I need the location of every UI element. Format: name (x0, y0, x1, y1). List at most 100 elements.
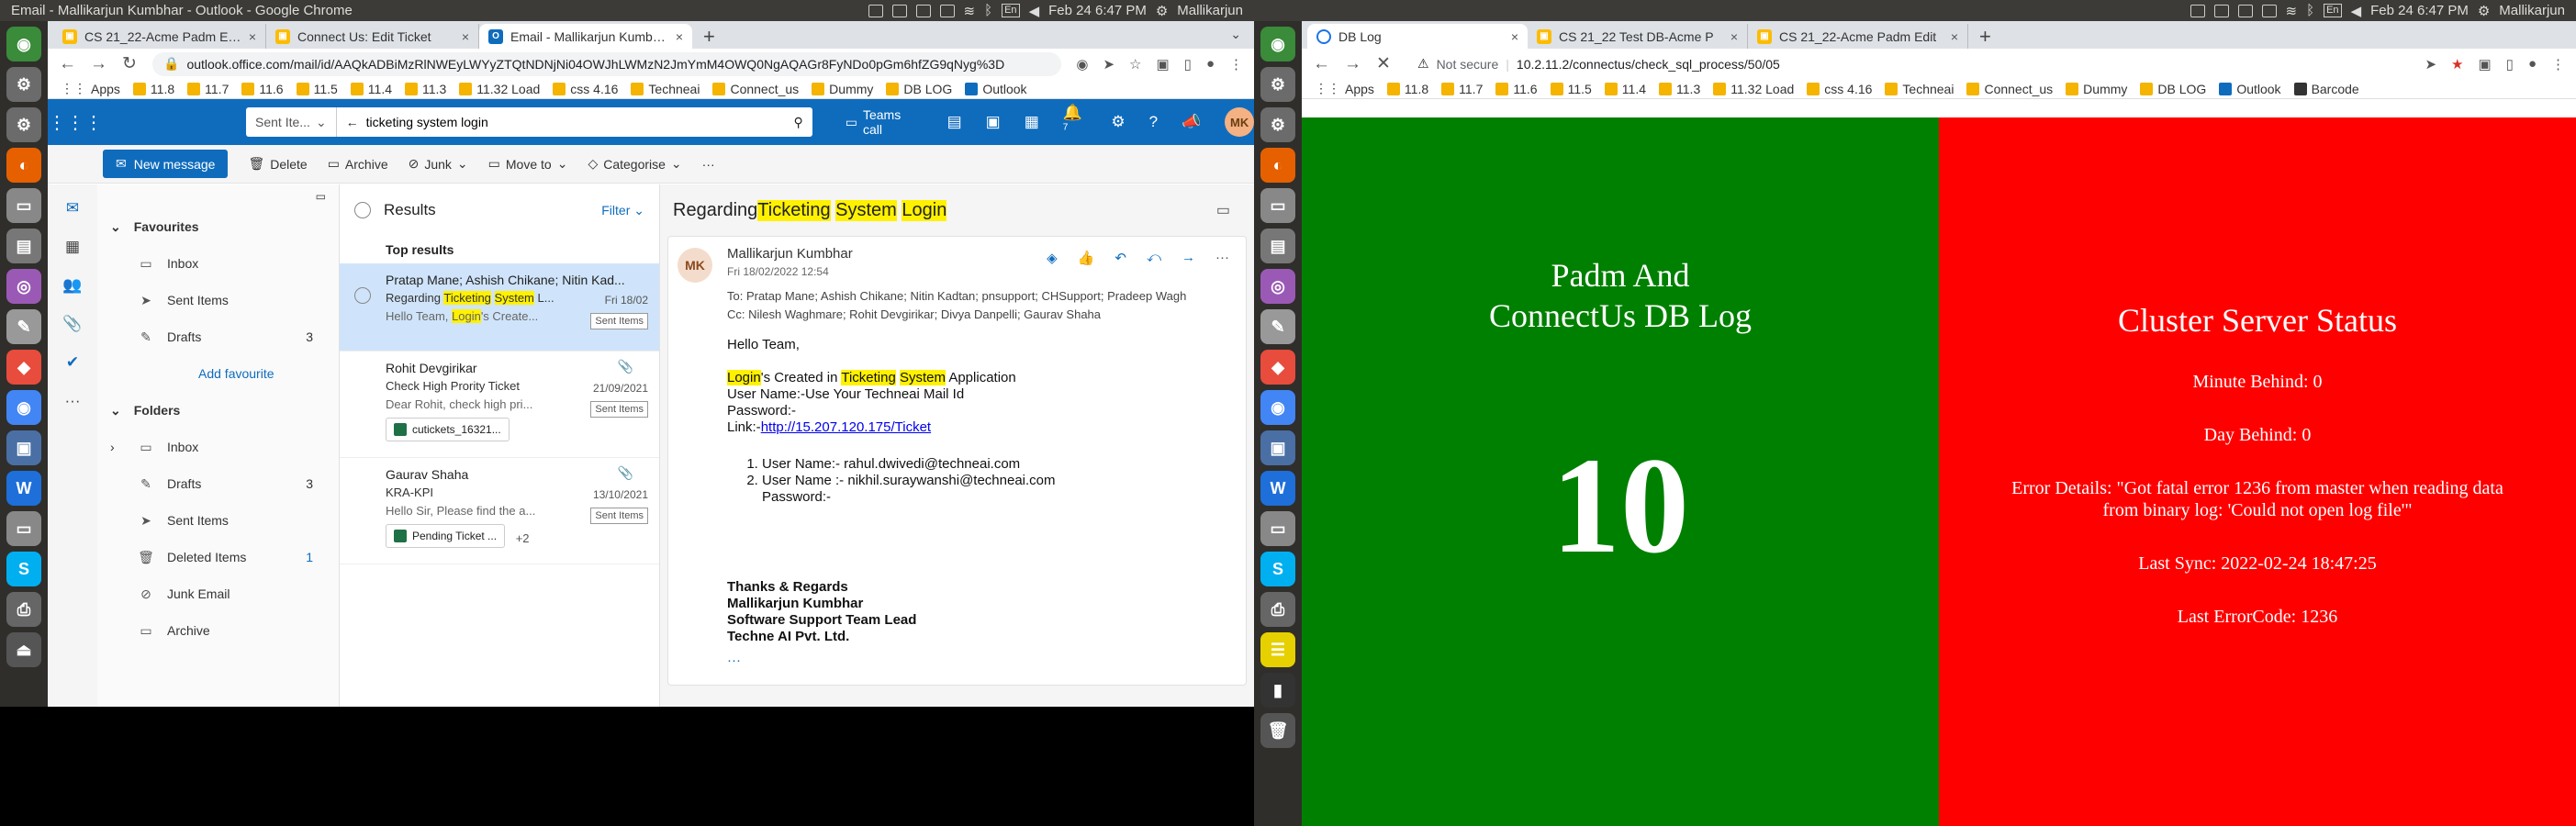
firefox-icon[interactable]: ◐ (1260, 148, 1295, 183)
volume-icon[interactable]: ◀ (1029, 3, 1040, 19)
drive-icon[interactable]: ▭ (1260, 511, 1295, 546)
tray-app-icon[interactable] (2261, 4, 2277, 17)
new-tab-button[interactable]: + (1968, 24, 2002, 49)
folder-inbox[interactable]: › ▭ Inbox (97, 429, 339, 465)
bookmark[interactable]: 11.3 (1659, 82, 1700, 96)
tray-app-icon[interactable] (2213, 4, 2229, 17)
chevron-right-icon[interactable]: › (110, 440, 115, 454)
calendar-icon[interactable]: ▦ (1025, 113, 1039, 131)
forward-icon[interactable]: → (90, 54, 107, 74)
tab-erp[interactable]: ▣ CS 21_22-Acme Padm ERP × (53, 24, 266, 49)
chat-icon[interactable]: ▤ (947, 113, 962, 131)
close-icon[interactable]: × (462, 29, 469, 44)
junk-button[interactable]: ⊘ Junk ⌄ (409, 156, 468, 172)
more-apps-icon[interactable]: ··· (65, 392, 81, 410)
bookmark-apps[interactable]: ⋮⋮ Apps (1315, 81, 1374, 96)
bookmark[interactable]: 11.7 (1441, 82, 1483, 96)
bookmark[interactable]: 11.5 (1550, 82, 1592, 96)
show-more-button[interactable]: ··· (727, 653, 1231, 669)
remote-desktop-icon[interactable]: ▣ (6, 430, 41, 465)
todo-icon[interactable]: ✔ (66, 353, 79, 372)
bookmark[interactable]: Outlook (2219, 82, 2281, 96)
profile-icon[interactable]: ● (2528, 56, 2537, 72)
bookmark[interactable]: 11.8 (132, 82, 174, 96)
close-icon[interactable]: × (676, 29, 683, 44)
tab-test-db[interactable]: ▣ CS 21_22 Test DB-Acme P × (1528, 24, 1748, 49)
menu-icon[interactable]: ⋮ (1229, 56, 1243, 73)
firefox-icon[interactable]: ◐ (6, 148, 41, 183)
reload-icon[interactable]: ↻ (121, 53, 138, 74)
drive-icon[interactable]: ▭ (6, 188, 41, 223)
bookmark[interactable]: DB LOG (2140, 82, 2206, 96)
back-icon[interactable]: ← (59, 54, 76, 74)
bookmark[interactable]: Techneai (631, 82, 700, 96)
bookmark[interactable]: 11.4 (350, 82, 392, 96)
send-icon[interactable]: ➤ (2425, 56, 2436, 73)
user-name[interactable]: Mallikarjun (2499, 3, 2565, 18)
new-message-button[interactable]: ✉ New message (103, 150, 229, 178)
notes-icon[interactable]: ☰ (1260, 632, 1295, 667)
text-editor-icon[interactable]: ✎ (6, 309, 41, 344)
bookmark[interactable]: 11.4 (1604, 82, 1646, 96)
chrome-icon[interactable]: ◉ (1260, 27, 1295, 61)
bookmark[interactable]: css 4.16 (1807, 82, 1872, 96)
archive-button[interactable]: ▭ Archive (328, 156, 388, 172)
tray-app-icon[interactable] (868, 4, 883, 17)
eye-icon[interactable]: ◉ (1076, 56, 1088, 73)
stop-icon[interactable]: ✕ (1375, 53, 1392, 74)
delete-button[interactable]: 🗑 Delete (248, 156, 307, 172)
star-icon[interactable]: ★ (2451, 56, 2463, 73)
close-icon[interactable]: × (249, 29, 256, 44)
bookmark[interactable]: Connect_us (1966, 82, 2053, 96)
wifi-icon[interactable]: ≋ (964, 3, 976, 19)
mail-icon[interactable]: ✉ (66, 199, 79, 218)
close-icon[interactable]: × (1951, 29, 1958, 44)
bookmark[interactable]: Dummy (812, 82, 873, 96)
tray-app-icon[interactable] (939, 4, 955, 17)
printer-icon[interactable]: ⎙ (6, 592, 41, 627)
back-arrow-icon[interactable]: ← (337, 115, 359, 129)
filter-button[interactable]: Filter ⌄ (601, 203, 644, 218)
files-icon[interactable]: ▤ (1260, 229, 1295, 263)
popout-icon[interactable]: ▭ (1216, 201, 1230, 219)
folder-deleted-items[interactable]: 🗑 Deleted Items 1 (97, 539, 339, 575)
wps-icon[interactable]: W (1260, 471, 1295, 506)
forward-icon[interactable]: → (1182, 250, 1195, 266)
avatar[interactable]: MK (1225, 107, 1254, 137)
wifi-icon[interactable]: ≋ (2286, 3, 2298, 19)
favourite-drafts[interactable]: ✎ Drafts 3 (97, 318, 339, 355)
word-icon[interactable]: ▣ (986, 113, 1001, 131)
summary-icon[interactable]: ◈ (1047, 250, 1058, 266)
bookmark[interactable]: 11.32 Load (1713, 82, 1794, 96)
clock[interactable]: Feb 24 6:47 PM (2370, 3, 2469, 18)
reply-icon[interactable]: ↶ (1114, 250, 1126, 266)
more-actions-icon[interactable]: ··· (1215, 250, 1229, 266)
bookmark[interactable]: 11.7 (187, 82, 229, 96)
favourites-header[interactable]: ⌄ Favourites (97, 208, 339, 245)
folders-header[interactable]: ⌄ Folders (97, 392, 339, 429)
text-editor-icon[interactable]: ✎ (1260, 309, 1295, 344)
more-attachments[interactable]: +2 (516, 531, 530, 545)
url-bar[interactable]: ⚠ Not secure | 10.2.11.2/connectus/check… (1406, 51, 2411, 76)
reading-list-icon[interactable]: ▯ (1184, 56, 1192, 73)
forward-icon[interactable]: → (1344, 54, 1361, 74)
bookmark[interactable]: 11.5 (296, 82, 338, 96)
skype-icon[interactable]: S (1260, 552, 1295, 586)
usb-icon[interactable]: ⏏ (6, 632, 41, 667)
bookmark[interactable]: 11.3 (405, 82, 446, 96)
menu-icon[interactable]: ⋮ (2551, 56, 2565, 73)
keyboard-layout[interactable]: En (2324, 4, 2342, 17)
attachment-chip[interactable]: cutickets_16321... (386, 418, 510, 441)
keyboard-layout[interactable]: En (1002, 4, 1020, 17)
url-bar[interactable]: 🔒 outlook.office.com/mail/id/AAQkADBiMzR… (152, 51, 1062, 76)
add-favourite-link[interactable]: Add favourite (97, 355, 339, 392)
collapse-pane-icon[interactable]: ▭ (316, 190, 326, 203)
wps-icon[interactable]: W (6, 471, 41, 506)
drive-icon[interactable]: ▭ (1260, 188, 1295, 223)
tray-app-icon[interactable] (2190, 4, 2205, 17)
media-icon[interactable]: ◎ (1260, 269, 1295, 304)
bookmark[interactable]: Outlook (965, 82, 1027, 96)
chromium-icon[interactable]: ◉ (1260, 390, 1295, 425)
bookmark[interactable]: Techneai (1885, 82, 1954, 96)
search-input[interactable] (358, 115, 785, 129)
